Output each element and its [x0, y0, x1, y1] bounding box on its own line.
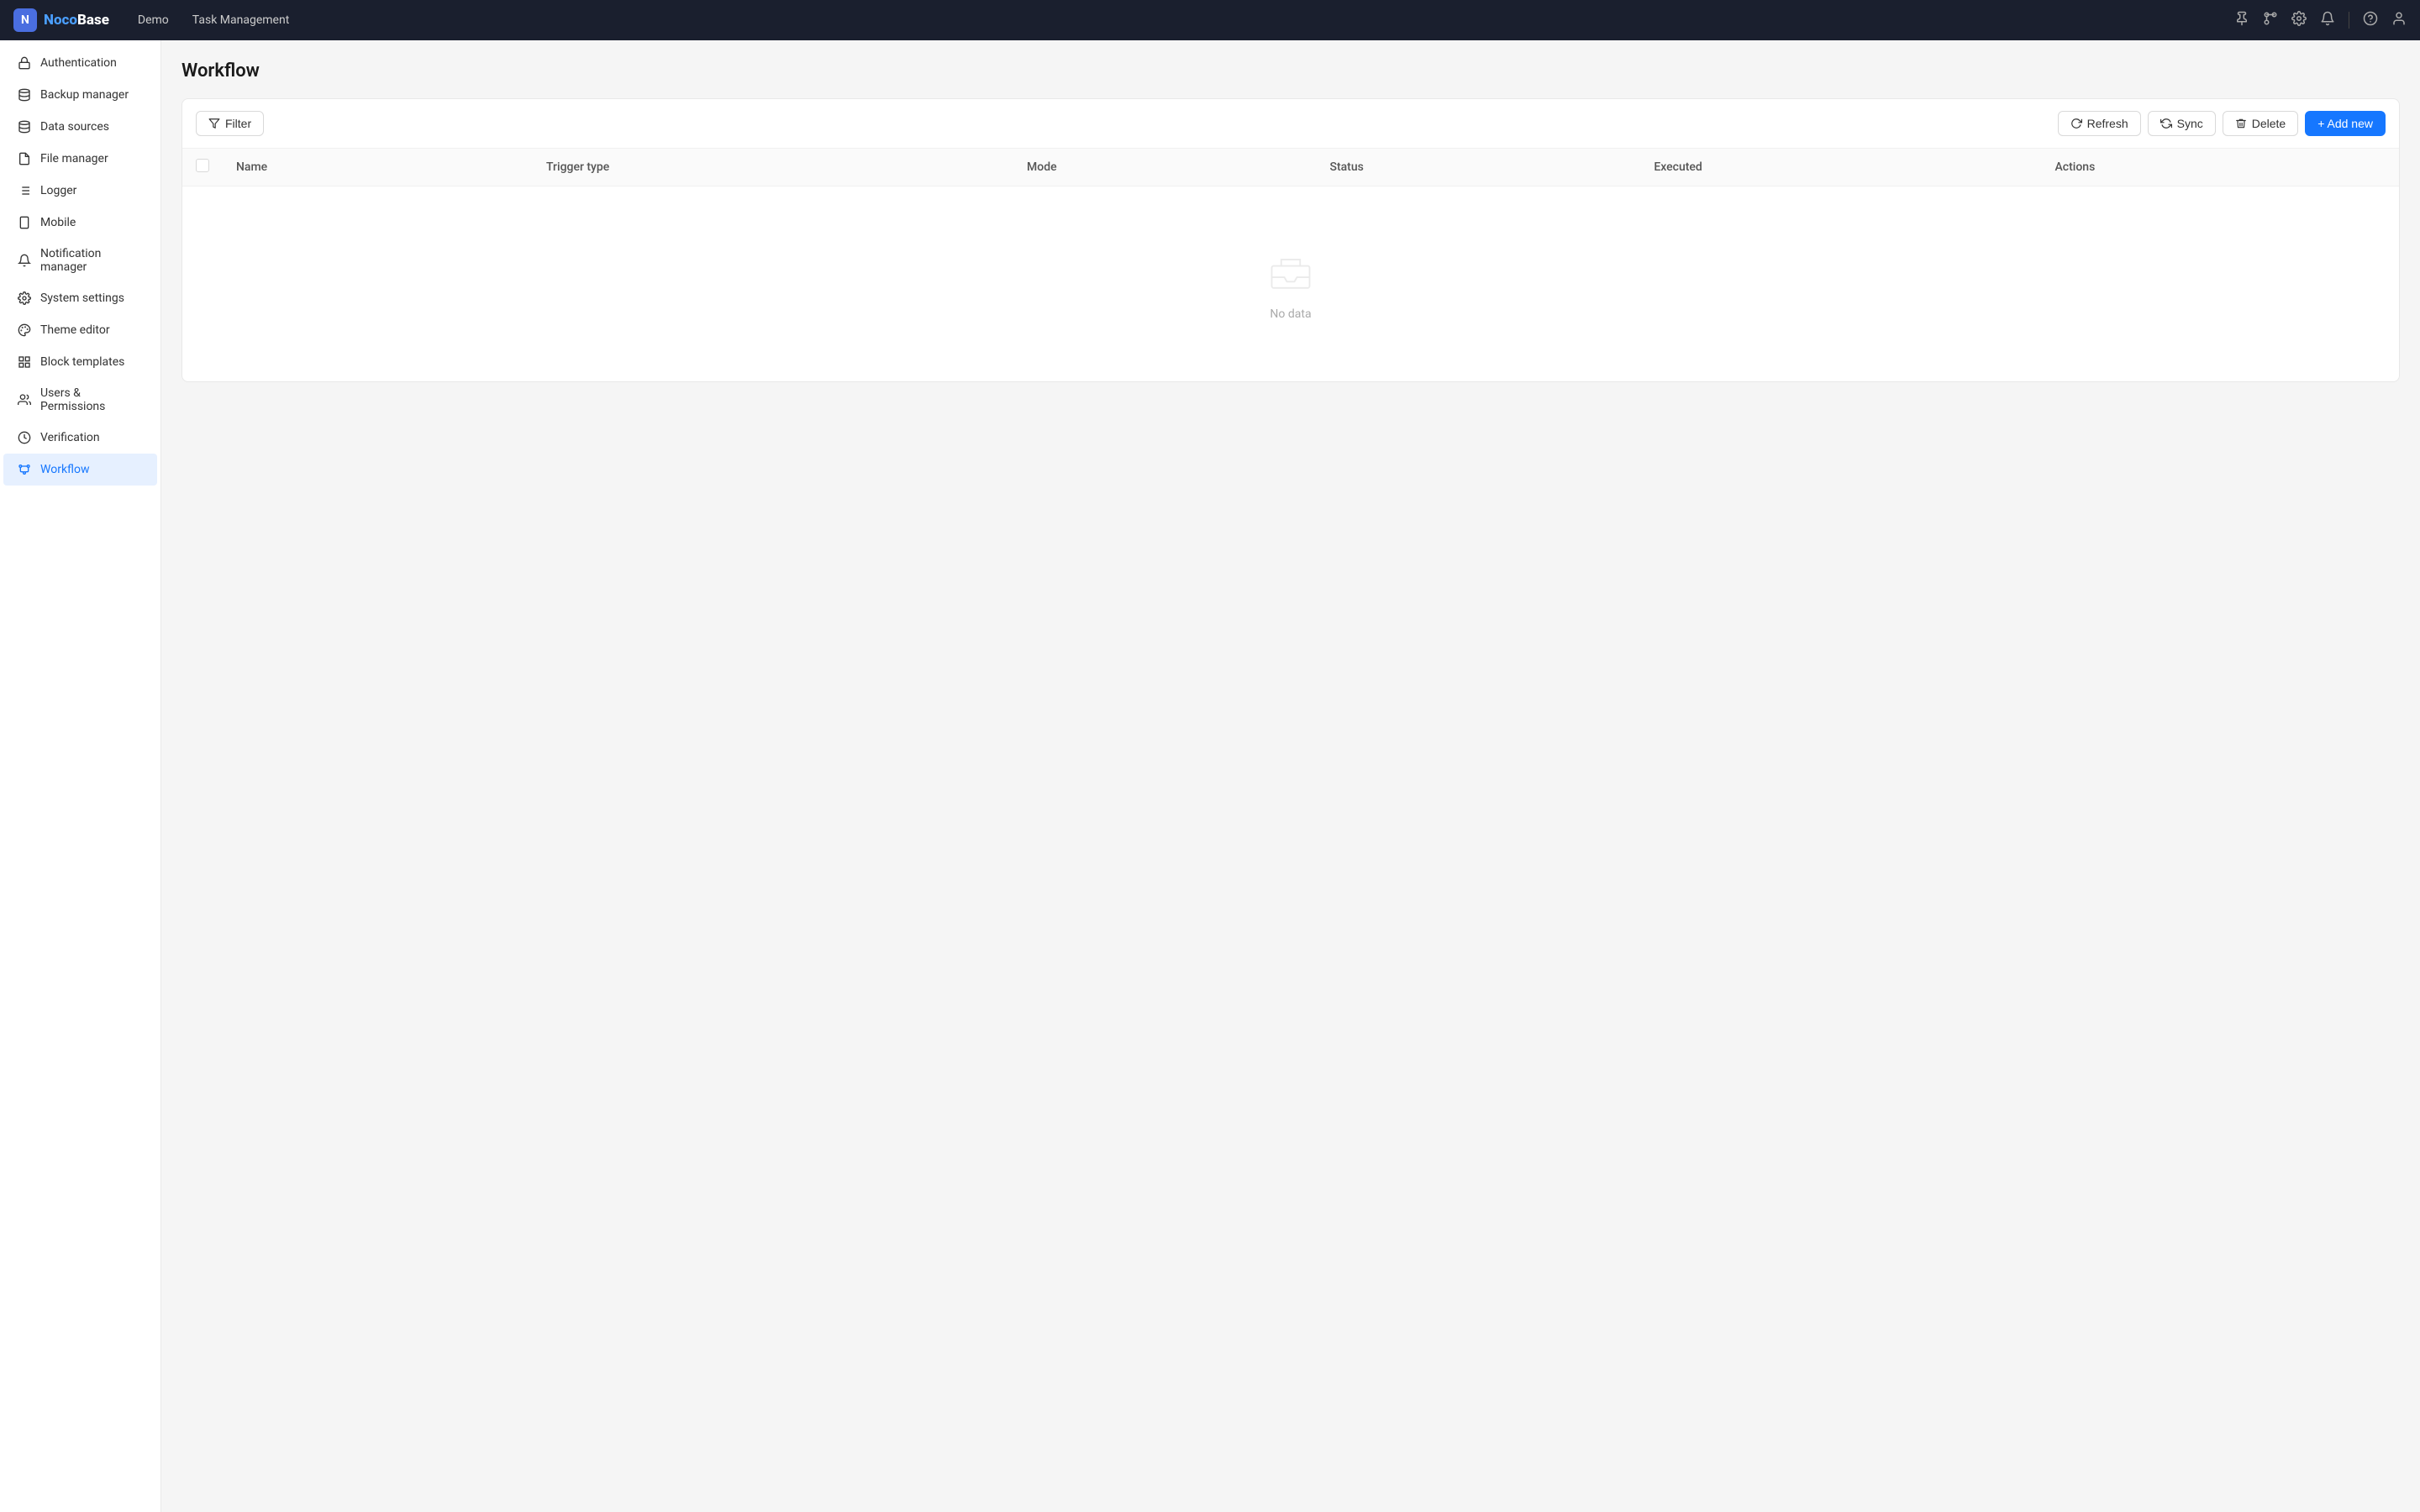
system-settings-icon	[17, 291, 32, 306]
main-content: Workflow Filter	[161, 40, 2420, 1512]
workflow-table-card: Filter Refresh Sync	[182, 98, 2400, 382]
sidebar-label-authentication: Authentication	[40, 56, 117, 70]
toolbar-left: Filter	[196, 111, 264, 136]
sidebar-item-mobile[interactable]: Mobile	[3, 207, 157, 239]
workflow-icon	[17, 462, 32, 477]
empty-state-cell: No data	[182, 186, 2399, 382]
empty-state: No data	[196, 197, 2386, 371]
sidebar-label-workflow: Workflow	[40, 463, 90, 476]
sidebar-label-file-manager: File manager	[40, 152, 108, 165]
column-name: Name	[223, 149, 533, 186]
data-sources-icon	[17, 119, 32, 134]
empty-text: No data	[1270, 307, 1311, 321]
filter-icon	[208, 118, 220, 129]
sidebar-label-data-sources: Data sources	[40, 120, 109, 134]
pin-icon[interactable]	[2234, 11, 2249, 30]
topnav-link-task-management[interactable]: Task Management	[184, 10, 297, 30]
sidebar-item-logger[interactable]: Logger	[3, 175, 157, 207]
sidebar-item-authentication[interactable]: Authentication	[3, 47, 157, 79]
sidebar-label-theme-editor: Theme editor	[40, 323, 110, 337]
table-header-row: Name Trigger type Mode Status Executed A…	[182, 149, 2399, 186]
sidebar-label-notification-manager: Notification manager	[40, 247, 144, 274]
sidebar-label-logger: Logger	[40, 184, 76, 197]
page-title: Workflow	[182, 60, 2400, 81]
column-mode: Mode	[1013, 149, 1316, 186]
refresh-label: Refresh	[2087, 117, 2128, 130]
logger-icon	[17, 183, 32, 198]
logo-icon: N	[13, 8, 37, 32]
block-templates-icon	[17, 354, 32, 370]
sidebar-label-verification: Verification	[40, 431, 100, 444]
app-logo[interactable]: N NocoBase	[13, 8, 109, 32]
topnav-link-demo[interactable]: Demo	[129, 10, 177, 30]
select-all-checkbox[interactable]	[196, 159, 209, 172]
sync-label: Sync	[2177, 117, 2203, 130]
authentication-icon	[17, 55, 32, 71]
table-toolbar: Filter Refresh Sync	[182, 99, 2399, 149]
logo-text: NocoBase	[44, 12, 109, 29]
settings-icon[interactable]	[2291, 11, 2307, 30]
sidebar-item-theme-editor[interactable]: Theme editor	[3, 314, 157, 346]
sidebar-label-backup-manager: Backup manager	[40, 88, 129, 102]
delete-icon	[2235, 118, 2247, 129]
sidebar-item-backup-manager[interactable]: Backup manager	[3, 79, 157, 111]
help-icon[interactable]	[2363, 11, 2378, 30]
sidebar-label-users-permissions: Users & Permissions	[40, 386, 144, 413]
column-status: Status	[1316, 149, 1640, 186]
empty-state-row: No data	[182, 186, 2399, 382]
sidebar-item-verification[interactable]: Verification	[3, 422, 157, 454]
theme-editor-icon	[17, 323, 32, 338]
sidebar: Authentication Backup manager Data sourc…	[0, 40, 161, 1512]
mobile-icon	[17, 215, 32, 230]
sidebar-item-data-sources[interactable]: Data sources	[3, 111, 157, 143]
refresh-button[interactable]: Refresh	[2058, 111, 2141, 136]
filter-label: Filter	[225, 117, 251, 130]
add-new-button[interactable]: + Add new	[2305, 111, 2386, 136]
sidebar-label-mobile: Mobile	[40, 216, 76, 229]
connection-icon[interactable]	[2263, 11, 2278, 30]
topnav-links: Demo Task Management	[129, 10, 2214, 30]
users-permissions-icon	[17, 392, 32, 407]
column-trigger-type: Trigger type	[533, 149, 1013, 186]
empty-inbox-icon	[1265, 247, 1316, 297]
column-actions: Actions	[2042, 149, 2399, 186]
sidebar-item-users-permissions[interactable]: Users & Permissions	[3, 378, 157, 422]
sidebar-item-file-manager[interactable]: File manager	[3, 143, 157, 175]
column-executed: Executed	[1640, 149, 2041, 186]
refresh-icon	[2070, 118, 2082, 129]
toolbar-right: Refresh Sync Delete	[2058, 111, 2386, 136]
select-all-column	[182, 149, 223, 186]
filter-button[interactable]: Filter	[196, 111, 264, 136]
verification-icon	[17, 430, 32, 445]
add-new-label: + Add new	[2317, 117, 2373, 130]
table-header: Name Trigger type Mode Status Executed A…	[182, 149, 2399, 186]
backup-manager-icon	[17, 87, 32, 102]
sidebar-item-system-settings[interactable]: System settings	[3, 282, 157, 314]
user-icon[interactable]	[2391, 11, 2407, 30]
main-layout: Authentication Backup manager Data sourc…	[0, 40, 2420, 1512]
topnav-actions	[2234, 11, 2407, 30]
sync-button[interactable]: Sync	[2148, 111, 2216, 136]
sync-icon	[2160, 118, 2172, 129]
sidebar-item-notification-manager[interactable]: Notification manager	[3, 239, 157, 282]
file-manager-icon	[17, 151, 32, 166]
delete-label: Delete	[2252, 117, 2286, 130]
table-body: No data	[182, 186, 2399, 382]
bell-icon[interactable]	[2320, 11, 2335, 30]
top-navigation: N NocoBase Demo Task Management	[0, 0, 2420, 40]
sidebar-label-block-templates: Block templates	[40, 355, 124, 369]
sidebar-item-block-templates[interactable]: Block templates	[3, 346, 157, 378]
sidebar-label-system-settings: System settings	[40, 291, 124, 305]
sidebar-item-workflow[interactable]: Workflow	[3, 454, 157, 486]
delete-button[interactable]: Delete	[2223, 111, 2298, 136]
workflow-table: Name Trigger type Mode Status Executed A…	[182, 149, 2399, 381]
notification-manager-icon	[17, 253, 32, 268]
